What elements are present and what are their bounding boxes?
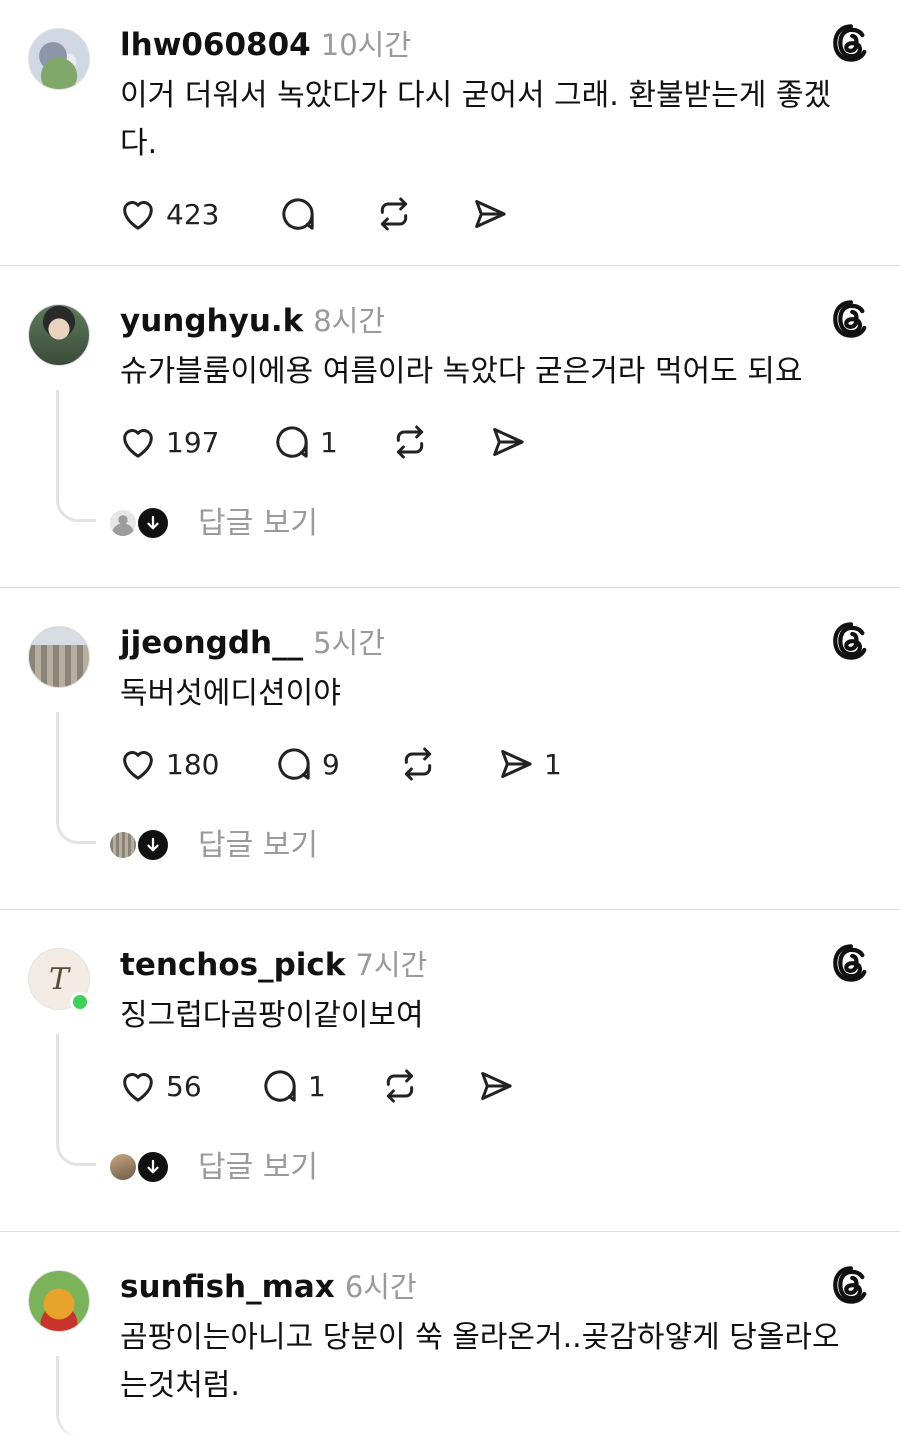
repost-icon <box>396 425 424 459</box>
post-header: yunghyu.k 8시간 <box>120 298 385 340</box>
post-header: lhw060804 10시간 <box>120 22 411 64</box>
threads-logo-icon[interactable] <box>830 22 872 64</box>
like-button[interactable]: 56 <box>118 1064 202 1108</box>
comment-bubble-icon <box>278 748 310 780</box>
like-button[interactable]: 423 <box>118 192 219 236</box>
view-replies-label: 답글 보기 <box>198 828 318 863</box>
threads-logo-icon[interactable] <box>830 620 872 662</box>
reply-avatar <box>108 508 138 538</box>
threads-logo-icon[interactable] <box>830 942 872 984</box>
post-text: 독버섯에디션이야 <box>120 676 341 711</box>
share-button[interactable]: 1 <box>496 742 562 786</box>
comment-count: 1 <box>308 1069 326 1103</box>
comment-bubble-icon <box>264 1070 296 1102</box>
reply-avatar <box>108 830 138 860</box>
view-replies-label: 답글 보기 <box>198 506 318 541</box>
username[interactable]: yunghyu.k <box>120 303 303 339</box>
timestamp: 7시간 <box>355 948 428 982</box>
repost-button[interactable] <box>374 192 414 236</box>
thread-line <box>56 1034 96 1166</box>
divider <box>0 1231 900 1232</box>
repost-button[interactable] <box>398 742 438 786</box>
avatar[interactable] <box>28 304 90 366</box>
divider <box>0 265 900 266</box>
divider <box>0 909 900 910</box>
avatar[interactable] <box>28 28 90 90</box>
avatar[interactable] <box>28 626 90 688</box>
timestamp: 10시간 <box>320 28 412 62</box>
send-icon <box>475 200 506 228</box>
send-icon <box>501 750 532 778</box>
thread-line <box>56 1356 96 1436</box>
send-icon <box>481 1072 512 1100</box>
repost-icon <box>404 747 432 781</box>
like-button[interactable]: 180 <box>118 742 219 786</box>
share-count: 1 <box>544 747 562 781</box>
repost-icon <box>386 1069 414 1103</box>
thread-line <box>56 712 96 844</box>
post-text: 징그럽다곰팡이같이보여 <box>120 998 424 1033</box>
comment-button[interactable] <box>278 192 318 236</box>
username[interactable]: jjeongdh__ <box>120 625 303 661</box>
post-header: sunfish_max 6시간 <box>120 1264 417 1306</box>
username[interactable]: lhw060804 <box>120 27 311 63</box>
online-status-indicator <box>70 992 90 1012</box>
arrow-down-icon <box>136 506 170 540</box>
like-count: 56 <box>166 1069 202 1103</box>
comment-bubble-icon <box>276 426 308 458</box>
timestamp: 8시간 <box>313 304 386 338</box>
divider <box>0 587 900 588</box>
repost-button[interactable] <box>390 420 430 464</box>
heart-icon <box>123 1073 153 1102</box>
comment-count: 9 <box>322 747 340 781</box>
view-replies-label: 답글 보기 <box>198 1150 318 1185</box>
avatar-letter: T <box>48 961 69 997</box>
heart-icon <box>123 201 153 230</box>
heart-icon <box>123 751 153 780</box>
arrow-down-icon <box>136 828 170 862</box>
like-button[interactable]: 197 <box>118 420 219 464</box>
post-header: jjeongdh__ 5시간 <box>120 620 385 662</box>
share-button[interactable] <box>476 1064 516 1108</box>
comment-button[interactable]: 1 <box>272 420 338 464</box>
threads-logo-icon[interactable] <box>830 298 872 340</box>
thread-line <box>56 390 96 522</box>
post-text: 곰팡이는아니고 당분이 쑥 올라온거..곶감하얗게 당올라오는것처럼. <box>120 1320 840 1403</box>
send-icon <box>493 428 524 456</box>
like-count: 180 <box>166 747 220 781</box>
comment-bubble-icon <box>282 198 314 230</box>
arrow-down-icon <box>136 1150 170 1184</box>
comment-button[interactable]: 9 <box>274 742 340 786</box>
share-button[interactable] <box>470 192 510 236</box>
like-count: 197 <box>166 425 220 459</box>
repost-button[interactable] <box>380 1064 420 1108</box>
threads-logo-icon[interactable] <box>830 1264 872 1306</box>
reply-avatar <box>108 1152 138 1182</box>
post-header: tenchos_pick 7시간 <box>120 942 427 984</box>
avatar[interactable] <box>28 1270 90 1332</box>
share-button[interactable] <box>488 420 528 464</box>
comment-count: 1 <box>320 425 338 459</box>
username[interactable]: sunfish_max <box>120 1269 335 1305</box>
repost-icon <box>380 197 408 231</box>
timestamp: 5시간 <box>313 626 385 660</box>
timestamp: 6시간 <box>344 1270 417 1304</box>
like-count: 423 <box>166 197 220 231</box>
comment-button[interactable]: 1 <box>260 1064 326 1108</box>
post-text: 이거 더워서 녹았다가 다시 굳어서 그래. 환불받는게 좋겠다. <box>120 78 832 161</box>
post-text: 슈가블룸이에용 여름이라 녹았다 굳은거라 먹어도 되요 <box>120 354 803 389</box>
username[interactable]: tenchos_pick <box>120 947 345 983</box>
heart-icon <box>123 429 153 458</box>
